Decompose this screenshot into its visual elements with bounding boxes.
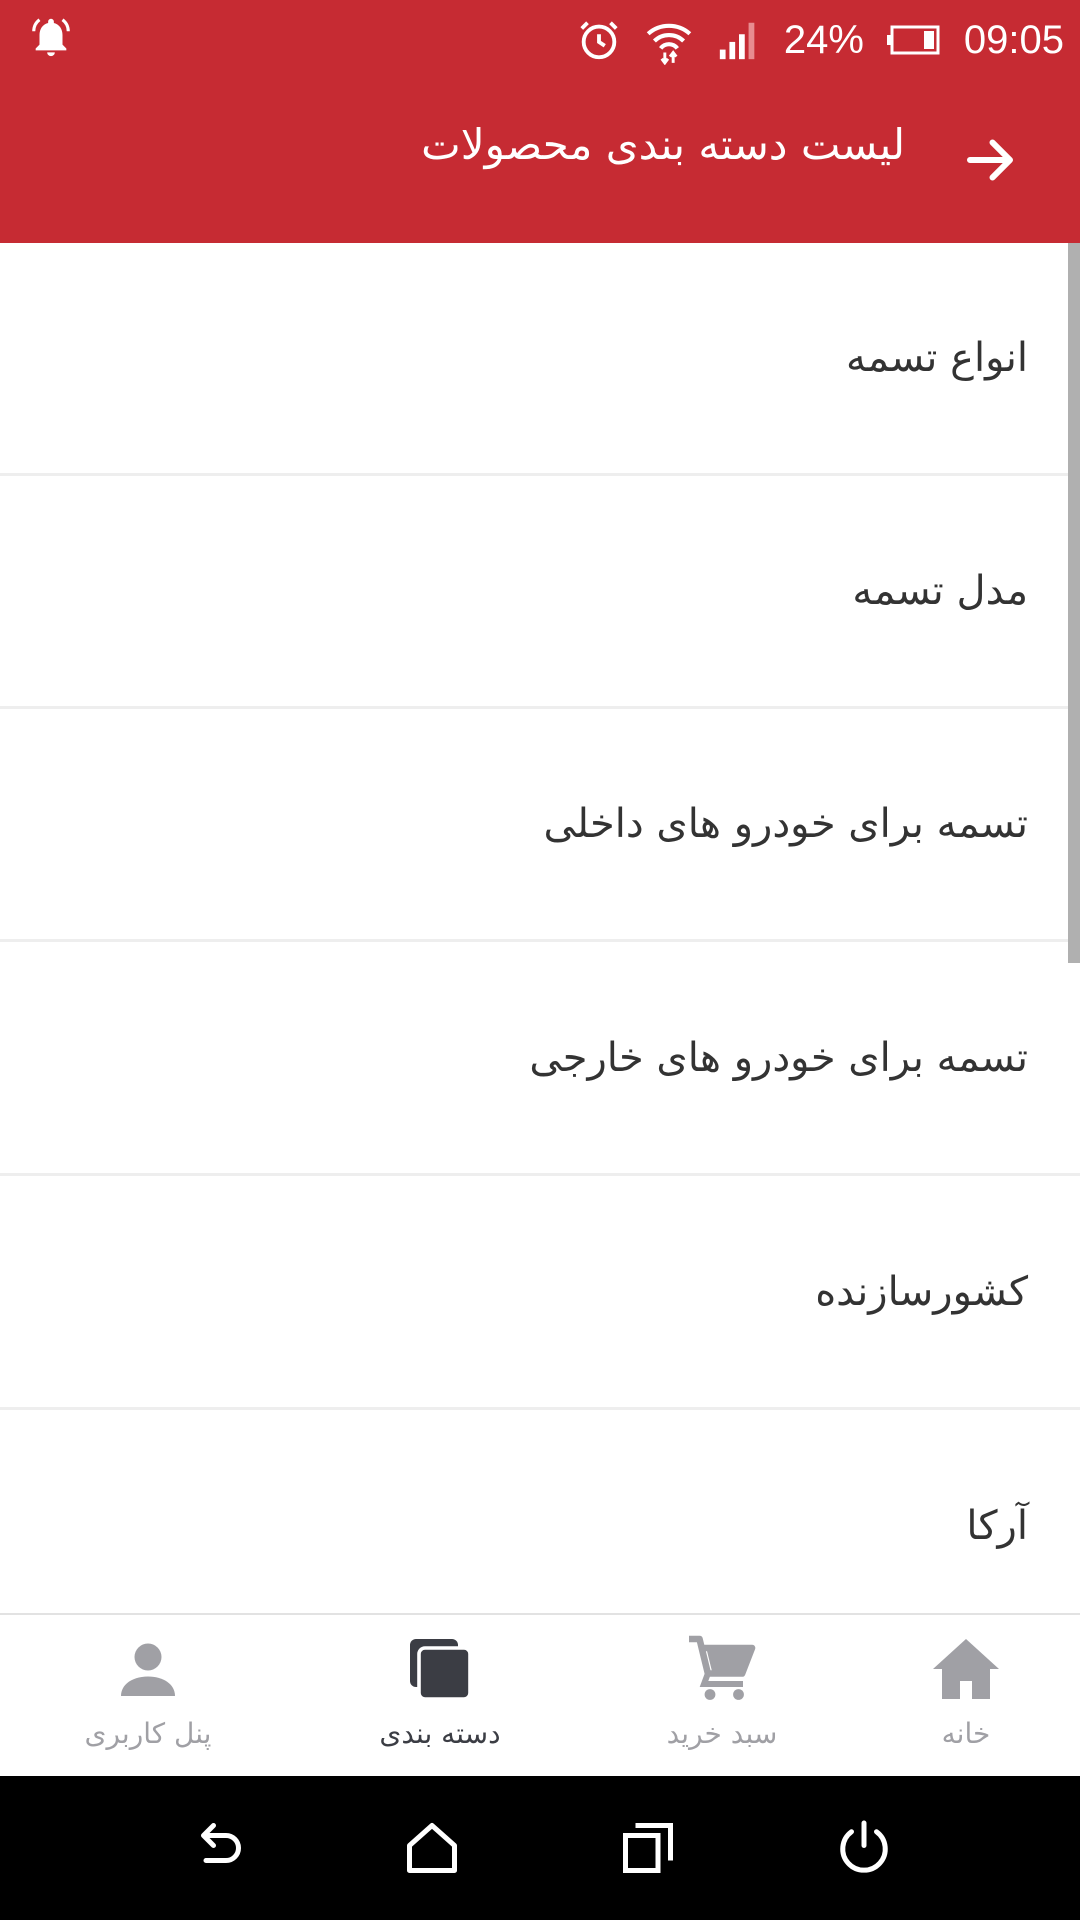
list-item-label: آرکا <box>966 1503 1028 1549</box>
signal-icon <box>719 22 755 60</box>
list-item[interactable]: کشورسازنده <box>0 1177 1080 1410</box>
category-list: انواع تسمه مدل تسمه تسمه برای خودرو های … <box>0 243 1080 1613</box>
nav-item-label: پنل کاربری <box>84 1717 212 1750</box>
list-item-label: کشورسازنده <box>815 1269 1028 1315</box>
list-item[interactable]: تسمه برای خودرو های داخلی <box>0 709 1080 942</box>
category-icon <box>410 1639 472 1701</box>
list-item[interactable]: مدل تسمه <box>0 476 1080 709</box>
nav-item-home[interactable]: خانه <box>866 1633 1066 1763</box>
nav-item-label: دسته بندی <box>379 1717 501 1750</box>
alarm-clock-icon <box>580 21 618 60</box>
list-item[interactable]: انواع تسمه <box>0 243 1080 476</box>
nav-item-cart[interactable]: سبد خرید <box>622 1633 822 1763</box>
nav-item-categories[interactable]: دسته بندی <box>340 1633 540 1763</box>
home-button-icon[interactable] <box>402 1818 462 1878</box>
list-item-label: مدل تسمه <box>852 568 1028 614</box>
user-icon <box>121 1643 175 1696</box>
page-title: لیست دسته بندی محصولات <box>421 120 905 169</box>
status-bar: 24% 09:05 <box>0 0 1080 80</box>
nav-item-label: سبد خرید <box>666 1717 778 1750</box>
recent-apps-icon[interactable] <box>618 1818 678 1878</box>
list-item[interactable]: تسمه برای خودرو های خارجی <box>0 943 1080 1176</box>
home-icon <box>933 1639 999 1699</box>
list-item-label: انواع تسمه <box>846 335 1028 381</box>
nav-item-user-panel[interactable]: پنل کاربری <box>48 1633 248 1763</box>
wifi-icon <box>646 23 692 65</box>
system-navigation-bar <box>0 1776 1080 1920</box>
arrow-right-icon[interactable] <box>960 130 1020 190</box>
list-item[interactable]: آرکا <box>0 1411 1080 1613</box>
app-bar: لیست دسته بندی محصولات <box>0 80 1080 243</box>
cart-icon <box>689 1635 756 1700</box>
nav-item-label: خانه <box>941 1717 991 1750</box>
battery-percent: 24% <box>783 17 864 62</box>
scrollbar[interactable] <box>1068 243 1080 963</box>
bell-alert-icon <box>32 18 70 57</box>
power-icon[interactable] <box>834 1818 894 1878</box>
list-item-label: تسمه برای خودرو های خارجی <box>529 1035 1028 1081</box>
clock-time: 09:05 <box>963 17 1064 62</box>
back-icon[interactable] <box>186 1818 246 1878</box>
battery-icon <box>886 25 940 55</box>
list-item-label: تسمه برای خودرو های داخلی <box>543 801 1028 847</box>
bottom-navigation: پنل کاربری دسته بندی سبد خرید خانه <box>0 1613 1080 1776</box>
